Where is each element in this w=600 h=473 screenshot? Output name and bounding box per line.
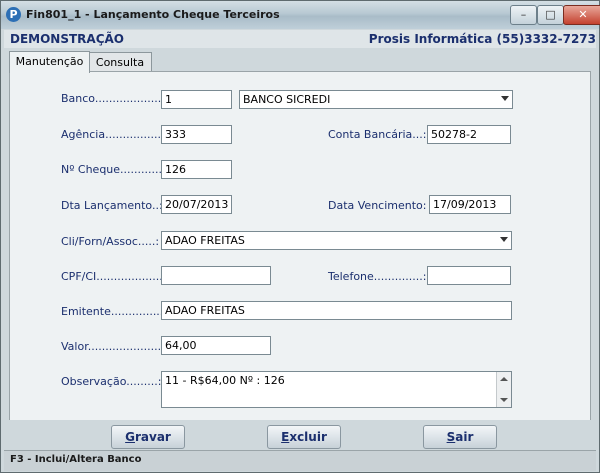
form-panel: Banco.........................: 1 BANCO … bbox=[9, 71, 591, 416]
status-text: F3 - Inclui/Altera Banco bbox=[10, 454, 142, 465]
window-title: Fin801_1 - Lançamento Cheque Terceiros bbox=[26, 8, 280, 21]
close-button[interactable]: ✕ bbox=[563, 5, 600, 25]
agencia-label: Agência...................: bbox=[61, 128, 176, 141]
conta-bancaria-input[interactable]: 50278-2 bbox=[427, 125, 511, 144]
banco-code-input[interactable]: 1 bbox=[161, 90, 232, 109]
scroll-down-icon[interactable] bbox=[500, 398, 508, 402]
maximize-button[interactable]: □ bbox=[537, 5, 564, 25]
gravar-accelerator: G bbox=[125, 430, 135, 444]
cheque-label: Nº Cheque.............: bbox=[61, 163, 170, 176]
observacao-value: 11 - R$64,00 Nº : 126 bbox=[165, 374, 285, 387]
data-vencimento-label: Data Vencimento: bbox=[328, 199, 427, 212]
valor-input[interactable]: 64,00 bbox=[161, 336, 271, 355]
header-bar: DEMONSTRAÇÃO Prosis Informática (55)3332… bbox=[4, 30, 596, 48]
gravar-label: ravar bbox=[135, 430, 171, 444]
observacao-textarea[interactable]: 11 - R$64,00 Nº : 126 bbox=[161, 371, 512, 408]
conta-bancaria-label: Conta Bancária...: bbox=[328, 128, 427, 141]
main-window: P Fin801_1 - Lançamento Cheque Terceiros… bbox=[0, 0, 600, 473]
chevron-down-icon[interactable] bbox=[501, 96, 509, 101]
telefone-label: Telefone..............: bbox=[328, 270, 427, 283]
environment-label: DEMONSTRAÇÃO bbox=[10, 32, 124, 46]
sair-label: air bbox=[455, 430, 474, 444]
cli-forn-assoc-select[interactable]: ADAO FREITAS bbox=[161, 231, 512, 250]
tab-consulta[interactable]: Consulta bbox=[88, 52, 152, 72]
excluir-button[interactable]: Excluir bbox=[267, 425, 341, 449]
dta-lancamento-label: Dta Lançamento..: bbox=[61, 199, 163, 212]
data-vencimento-input[interactable]: 17/09/2013 bbox=[429, 195, 511, 214]
minimize-button[interactable]: – bbox=[510, 5, 537, 25]
company-info: Prosis Informática (55)3332-7273 bbox=[368, 32, 596, 46]
status-bar: F3 - Inclui/Altera Banco bbox=[4, 450, 596, 471]
sair-accelerator: S bbox=[446, 430, 456, 444]
agencia-input[interactable]: 333 bbox=[161, 125, 232, 144]
cli-forn-assoc-value: ADAO FREITAS bbox=[165, 234, 245, 247]
cli-forn-assoc-label: Cli/Forn/Assoc.....: bbox=[61, 235, 160, 248]
sair-button[interactable]: Sair bbox=[423, 425, 497, 449]
excluir-label: xcluir bbox=[289, 430, 327, 444]
cpf-ci-input[interactable] bbox=[161, 266, 271, 285]
cheque-input[interactable]: 126 bbox=[161, 160, 232, 179]
observacao-label: Observação.........: bbox=[61, 375, 162, 388]
emitente-input[interactable]: ADAO FREITAS bbox=[161, 301, 512, 320]
panel-footer bbox=[9, 414, 591, 420]
cpf-ci-label: CPF/CI......................: bbox=[61, 270, 177, 283]
chevron-down-icon[interactable] bbox=[500, 237, 508, 242]
title-bar[interactable]: P Fin801_1 - Lançamento Cheque Terceiros… bbox=[1, 1, 600, 29]
scroll-up-icon[interactable] bbox=[500, 377, 508, 381]
tab-manutencao[interactable]: Manutenção bbox=[9, 51, 90, 73]
gravar-button[interactable]: Gravar bbox=[111, 425, 185, 449]
banco-select-value: BANCO SICREDI bbox=[243, 93, 331, 106]
observacao-scrollbar[interactable] bbox=[496, 372, 511, 407]
telefone-input[interactable] bbox=[427, 266, 511, 285]
dta-lancamento-input[interactable]: 20/07/2013 bbox=[161, 195, 232, 214]
banco-select[interactable]: BANCO SICREDI bbox=[239, 90, 513, 109]
prosis-logo-icon: P bbox=[6, 7, 21, 22]
